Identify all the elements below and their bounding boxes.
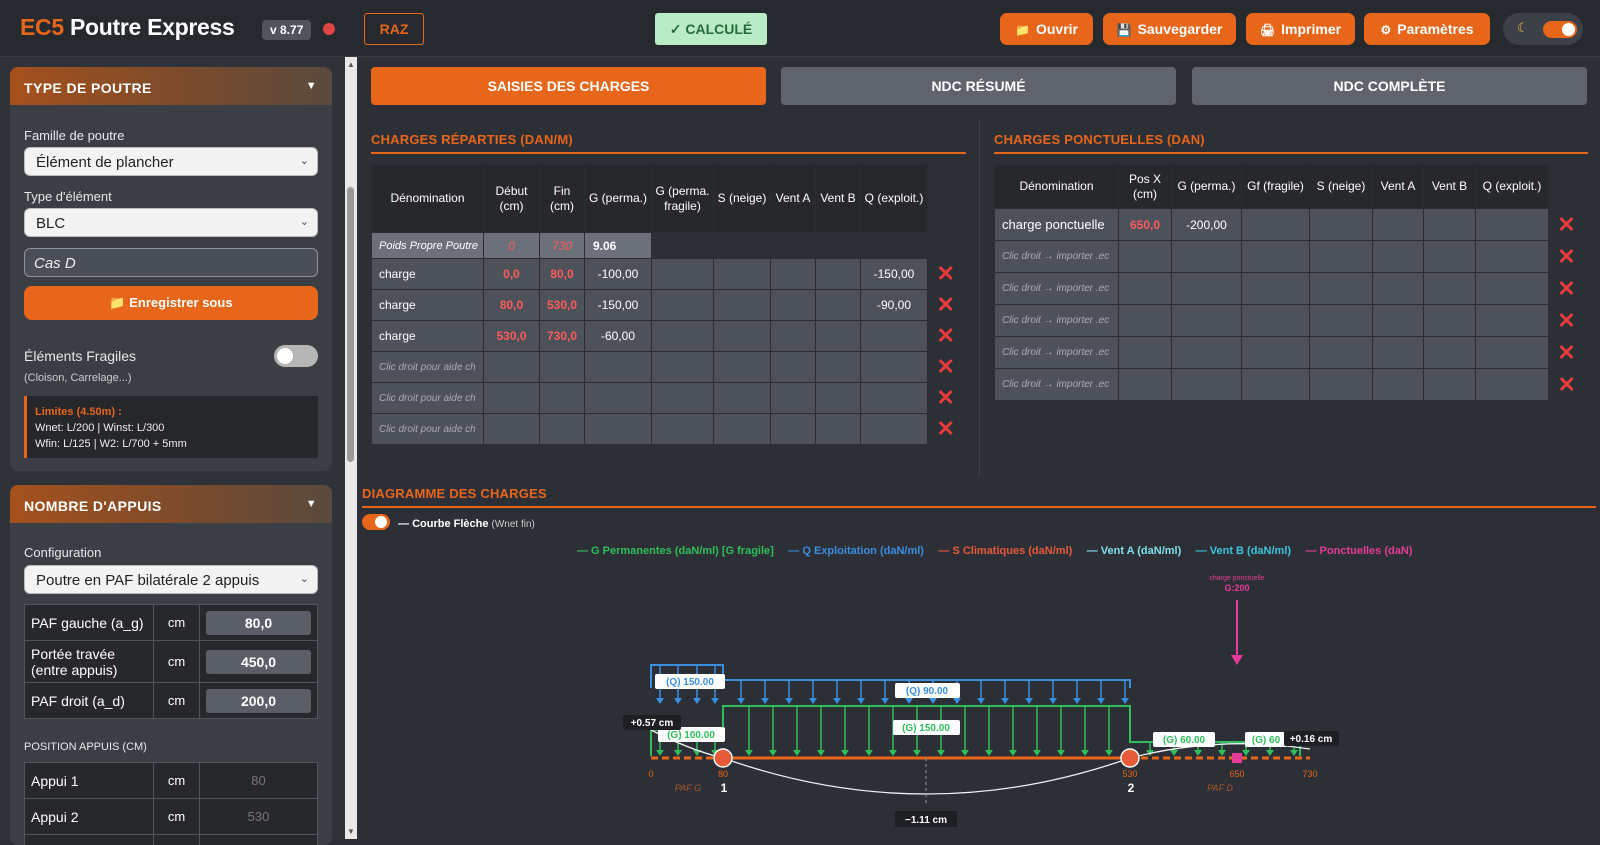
arrow-head-icon <box>1290 750 1298 756</box>
arrow-head-icon <box>937 750 945 756</box>
arrow-head-icon <box>1001 698 1009 704</box>
arrow-head-icon <box>929 698 937 704</box>
arrow-head-icon <box>985 750 993 756</box>
arrow-head-icon <box>1057 750 1065 756</box>
point-load-marker <box>1232 753 1242 763</box>
arrow-head-icon <box>1097 698 1105 704</box>
paf-right-label: PAF D <box>1207 783 1233 793</box>
arrow-head-icon <box>1081 750 1089 756</box>
arrow-head-icon <box>769 750 777 756</box>
arrow-head-icon <box>1033 750 1041 756</box>
point-load-arrow-icon <box>1231 655 1243 665</box>
support-2-icon[interactable] <box>1121 749 1139 767</box>
arrow-head-icon <box>1266 750 1274 756</box>
arrow-head-icon <box>841 750 849 756</box>
g-label: (G) 100.00 <box>667 730 715 741</box>
support-2-number: 2 <box>1128 781 1135 795</box>
q-label: (Q) 90.00 <box>906 686 949 697</box>
arrow-head-icon <box>737 698 745 704</box>
x-tick: 80 <box>718 769 728 779</box>
load-diagram: charge ponctuelle G:200 (Q) 150.00 (Q) 9… <box>0 0 1600 839</box>
arrow-head-icon <box>1242 750 1250 756</box>
arrow-head-icon <box>1218 750 1226 756</box>
x-tick: 650 <box>1229 769 1244 779</box>
support-1-number: 1 <box>721 781 728 795</box>
g-load-arrows <box>656 706 1298 756</box>
q-load-arrows <box>656 665 1129 704</box>
deflection-mid-label: −1.11 cm <box>905 815 947 826</box>
arrow-head-icon <box>785 698 793 704</box>
x-tick: 530 <box>1122 769 1137 779</box>
arrow-head-icon <box>745 750 753 756</box>
arrow-head-icon <box>857 698 865 704</box>
arrow-head-icon <box>1073 698 1081 704</box>
arrow-head-icon <box>817 750 825 756</box>
arrow-head-icon <box>674 750 682 756</box>
arrow-head-icon <box>793 750 801 756</box>
arrow-head-icon <box>693 698 701 704</box>
arrow-head-icon <box>905 698 913 704</box>
arrow-head-icon <box>1105 750 1113 756</box>
arrow-head-icon <box>889 750 897 756</box>
x-tick: 0 <box>648 769 653 779</box>
arrow-head-icon <box>1194 750 1202 756</box>
arrow-head-icon <box>761 698 769 704</box>
arrow-head-icon <box>833 698 841 704</box>
arrow-head-icon <box>1009 750 1017 756</box>
arrow-head-icon <box>865 750 873 756</box>
q-label: (Q) 150.00 <box>666 677 714 688</box>
arrow-head-icon <box>1170 750 1178 756</box>
arrow-head-icon <box>961 750 969 756</box>
deflection-left-label: +0.57 cm <box>631 718 674 729</box>
arrow-head-icon <box>656 698 664 704</box>
arrow-head-icon <box>809 698 817 704</box>
arrow-head-icon <box>1049 698 1057 704</box>
arrow-head-icon <box>1025 698 1033 704</box>
deflection-right-label: +0.16 cm <box>1290 734 1333 745</box>
g-label: (G) 60.00 <box>1163 735 1206 746</box>
support-1-icon[interactable] <box>714 749 732 767</box>
point-load-name: charge ponctuelle <box>1209 575 1264 582</box>
arrow-head-icon <box>656 750 664 756</box>
paf-left-label: PAF G <box>675 783 701 793</box>
arrow-head-icon <box>1121 698 1129 704</box>
arrow-head-icon <box>913 750 921 756</box>
g-label: (G) 150.00 <box>902 723 950 734</box>
arrow-head-icon <box>953 698 961 704</box>
arrow-head-icon <box>674 698 682 704</box>
g-label: (G) 60 <box>1252 735 1281 746</box>
point-load-value: G:200 <box>1224 583 1249 593</box>
arrow-head-icon <box>711 698 719 704</box>
x-tick: 730 <box>1302 769 1317 779</box>
arrow-head-icon <box>881 698 889 704</box>
arrow-head-icon <box>977 698 985 704</box>
